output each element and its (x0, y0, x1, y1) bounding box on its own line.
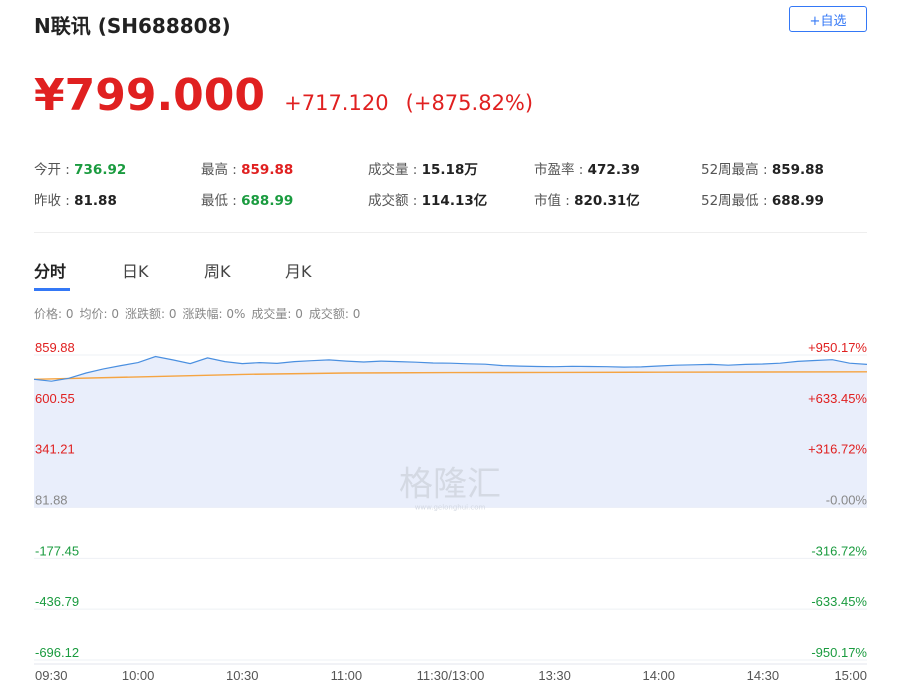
price-change: +717.120 (284, 91, 389, 115)
y-tick-label-left: 600.55 (35, 391, 75, 406)
stat-value: 472.39 (587, 162, 640, 178)
stat-label: 52周最低 : (701, 193, 772, 209)
stat-item: 昨收 : 81.88 (34, 189, 117, 209)
x-tick-label: 11:30/13:00 (417, 668, 485, 683)
y-tick-label-right: +316.72% (808, 442, 867, 457)
divider (34, 232, 867, 233)
stat-item: 52周最低 : 688.99 (701, 189, 824, 209)
price-row: ¥799.000 +717.120 (+875.82%) (34, 70, 533, 130)
info-item: 涨跌额: 0 (125, 307, 177, 321)
x-tick-label: 10:00 (122, 668, 155, 683)
x-tick-label: 14:00 (642, 668, 675, 683)
stat-label: 52周最高 : (701, 162, 772, 178)
tab-2[interactable]: 周K (204, 258, 231, 282)
y-tick-label-left: -696.12 (35, 645, 79, 660)
y-tick-label-right: -316.72% (811, 543, 867, 558)
info-item: 成交量: 0 (251, 307, 303, 321)
info-item: 成交额: 0 (308, 307, 361, 321)
stat-item: 52周最高 : 859.88 (701, 158, 824, 178)
stat-label: 最高 : (201, 162, 242, 178)
y-tick-label-left: 859.88 (35, 340, 75, 355)
stat-item: 今开 : 736.92 (34, 158, 126, 178)
stat-value: 736.92 (74, 162, 127, 178)
tab-3[interactable]: 月K (285, 258, 312, 282)
x-tick-label: 15:00 (834, 668, 867, 683)
stat-item: 最低 : 688.99 (201, 189, 293, 209)
x-tick-label: 11:00 (331, 668, 363, 683)
y-tick-label-right: -0.00% (826, 493, 868, 508)
stat-value: 688.99 (241, 193, 294, 209)
stat-item: 最高 : 859.88 (201, 158, 293, 178)
stat-label: 成交额 : (368, 193, 422, 209)
stat-value: 114.13亿 (421, 193, 488, 209)
intraday-chart[interactable]: 格隆汇www.gelonghui.com 859.88 +950.17% 600.55… (0, 335, 907, 693)
x-tick-label: 10:30 (226, 668, 259, 683)
y-tick-label-right: -633.45% (811, 594, 867, 609)
stat-item: 市值 : 820.31亿 (534, 189, 640, 209)
tab-0[interactable]: 分时 (34, 258, 66, 282)
active-tab-indicator (34, 288, 70, 291)
watermark-logo: 格隆汇 (399, 465, 501, 505)
stat-value: 859.88 (241, 162, 294, 178)
stat-value: 859.88 (771, 162, 824, 178)
y-tick-label-right: +633.45% (808, 391, 867, 406)
stat-label: 市盈率 : (534, 162, 588, 178)
stat-label: 最低 : (201, 193, 242, 209)
info-item: 涨跌幅: 0% (182, 307, 246, 321)
tab-1[interactable]: 日K (122, 258, 149, 282)
price-change-percent: (+875.82%) (405, 91, 534, 115)
stat-item: 成交额 : 114.13亿 (368, 189, 487, 209)
stat-item: 成交量 : 15.18万 (368, 158, 478, 178)
x-tick-label: 09:30 (35, 668, 68, 683)
y-tick-label-left: 341.21 (35, 442, 75, 457)
stat-value: 81.88 (74, 193, 117, 209)
current-price: ¥799.000 (34, 70, 266, 121)
stock-title: N联讯 (SH688808) (34, 14, 231, 38)
stat-value: 15.18万 (421, 162, 478, 178)
info-item: 均价: 0 (79, 307, 120, 321)
stat-label: 今开 : (34, 162, 75, 178)
stat-label: 昨收 : (34, 193, 75, 209)
header: N联讯 (SH688808) +自选 (34, 6, 867, 46)
stat-label: 成交量 : (368, 162, 422, 178)
stat-value: 820.31亿 (574, 193, 640, 209)
y-tick-label-left: -177.45 (35, 543, 79, 558)
stat-label: 市值 : (534, 193, 575, 209)
stat-value: 688.99 (771, 193, 824, 209)
x-tick-label: 14:30 (747, 668, 780, 683)
x-tick-label: 13:30 (538, 668, 571, 683)
info-item: 价格: 0 (34, 307, 74, 321)
stat-item: 市盈率 : 472.39 (534, 158, 640, 178)
watermark-url: www.gelonghui.com (415, 504, 486, 512)
y-tick-label-left: 81.88 (35, 493, 68, 508)
y-tick-label-right: -950.17% (811, 645, 867, 660)
add-to-watchlist-button[interactable]: +自选 (789, 6, 867, 32)
y-tick-label-right: +950.17% (808, 340, 867, 355)
hover-info-bar: 价格: 0 均价: 0 涨跌额: 0 涨跌幅: 0% 成交量: 0 成交额: 0 (34, 305, 366, 322)
y-tick-label-left: -436.79 (35, 594, 79, 609)
